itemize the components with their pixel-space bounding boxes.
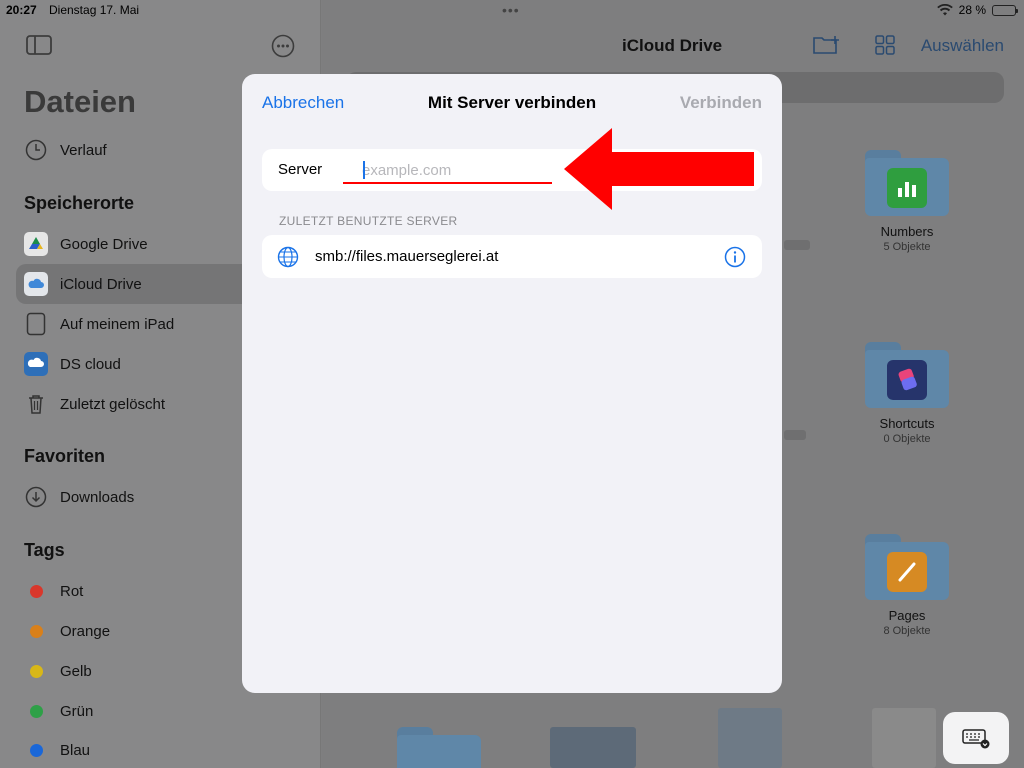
wifi-icon <box>936 4 953 16</box>
folder-name: Pages <box>888 608 926 623</box>
grid-view-icon[interactable] <box>874 34 896 56</box>
sidebar-item-label: Gelb <box>60 662 92 680</box>
folder-partial[interactable] <box>394 727 484 768</box>
sidebar-item-tag-blue[interactable]: Blau <box>16 730 316 768</box>
annotation-underline <box>343 182 552 184</box>
connect-button[interactable]: Verbinden <box>680 93 762 113</box>
battery-icon <box>992 4 1018 16</box>
tag-color-dot <box>30 584 43 598</box>
tag-color-dot <box>30 664 43 678</box>
folder-pages[interactable]: Pages 8 Objekte <box>862 534 952 637</box>
cancel-button[interactable]: Abbrechen <box>262 93 344 113</box>
folder-item-count: 8 Objekte <box>883 625 931 637</box>
sidebar-item-label: DS cloud <box>60 355 121 373</box>
section-header-tags: Tags <box>24 540 65 560</box>
new-folder-icon[interactable] <box>812 34 842 56</box>
multitasking-dots-icon[interactable]: ••• <box>502 2 520 18</box>
ipad-icon <box>24 312 48 336</box>
select-button[interactable]: Auswählen <box>921 36 1004 56</box>
keyboard-dismiss-button[interactable] <box>943 712 1009 764</box>
sidebar-title: Dateien <box>24 84 136 119</box>
server-input[interactable] <box>362 157 572 183</box>
blurred-file-label <box>784 240 810 250</box>
pages-app-icon <box>887 552 927 592</box>
sidebar-item-label: Zuletzt gelöscht <box>60 395 166 413</box>
icloud-icon <box>24 272 48 296</box>
sidebar-item-tag-green[interactable]: Grün <box>16 691 316 731</box>
download-icon <box>24 485 48 509</box>
text-cursor <box>363 161 365 179</box>
status-time: 20:27 <box>6 3 37 17</box>
page-title: iCloud Drive <box>622 36 723 55</box>
sidebar-item-label: iCloud Drive <box>60 275 142 293</box>
ds-cloud-icon <box>24 352 48 376</box>
shortcuts-app-icon <box>887 360 927 400</box>
numbers-app-icon <box>887 168 927 208</box>
sidebar-item-label: Blau <box>60 741 91 759</box>
keyboard-icon <box>962 729 990 749</box>
blurred-image-thumbnail[interactable] <box>550 727 636 768</box>
folder-shortcuts[interactable]: Shortcuts 0 Objekte <box>862 342 952 445</box>
sidebar-toggle-icon[interactable] <box>26 34 52 56</box>
folder-name: Shortcuts <box>879 416 935 431</box>
annotation-arrow-icon <box>564 128 754 210</box>
globe-icon <box>277 246 299 268</box>
trash-icon <box>24 392 48 416</box>
battery-percent: 28 % <box>958 3 986 17</box>
server-label: Server <box>278 161 323 178</box>
status-bar: 20:27 Dienstag 17. Mai ••• 28 % <box>0 0 1024 22</box>
sidebar-item-label: Orange <box>60 622 111 640</box>
section-header-locations: Speicherorte <box>24 193 135 213</box>
recent-server-address: smb://files.mauerseglerei.at <box>315 248 499 265</box>
sidebar-item-label: Grün <box>60 702 94 720</box>
tag-color-dot <box>30 704 43 718</box>
recent-server-item[interactable]: smb://files.mauerseglerei.at <box>262 235 762 278</box>
blurred-document-thumbnail[interactable] <box>872 708 936 768</box>
google-drive-icon <box>24 232 48 256</box>
recent-servers-header: ZULETZT BENUTZTE SERVER <box>279 214 458 228</box>
sidebar-item-label: Verlauf <box>60 141 107 159</box>
status-date: Dienstag 17. Mai <box>49 3 140 17</box>
clock-icon <box>24 138 48 162</box>
folder-name: Numbers <box>880 224 934 239</box>
section-header-favorites: Favoriten <box>24 446 106 466</box>
folder-numbers[interactable]: Numbers 5 Objekte <box>862 150 952 253</box>
folder-item-count: 0 Objekte <box>883 433 931 445</box>
folder-item-count: 5 Objekte <box>883 241 931 253</box>
info-icon[interactable] <box>724 246 746 268</box>
sidebar-item-label: Rot <box>60 582 84 600</box>
blurred-image-thumbnail[interactable] <box>718 708 782 768</box>
sidebar-item-label: Downloads <box>60 488 135 506</box>
sidebar-item-label: Google Drive <box>60 235 148 253</box>
more-options-icon[interactable] <box>271 34 295 58</box>
tag-color-dot <box>30 743 43 757</box>
blurred-file-label <box>784 430 806 440</box>
sidebar-item-label: Auf meinem iPad <box>60 315 175 333</box>
tag-color-dot <box>30 624 43 638</box>
